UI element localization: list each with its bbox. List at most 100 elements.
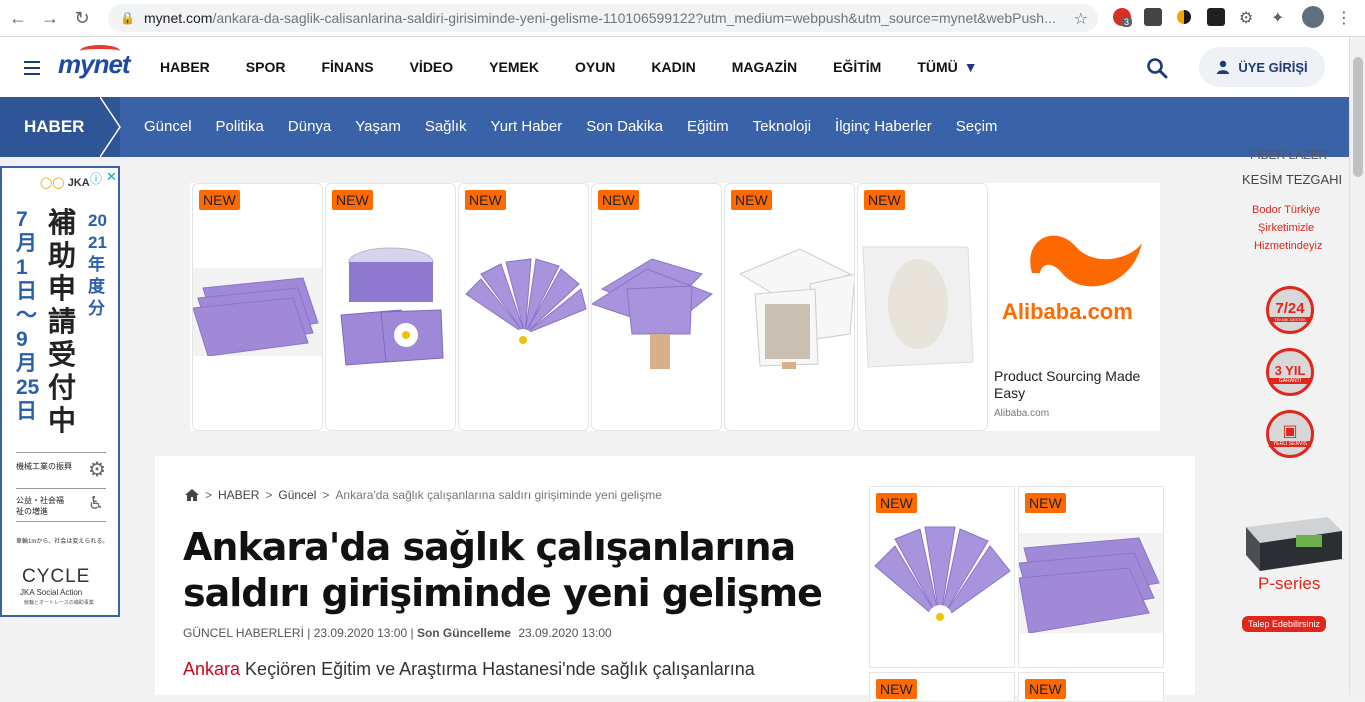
address-bar[interactable]: 🔒 mynet.com /ankara-da-saglik-calisanlar…: [108, 4, 1098, 32]
forward-icon[interactable]: →: [36, 4, 64, 32]
url-host: mynet.com: [144, 10, 213, 26]
ad-product-tile[interactable]: NEW: [724, 183, 855, 431]
ad-info-icon[interactable]: ⓘ: [90, 170, 102, 187]
url-path: /ankara-da-saglik-calisanlarina-saldiri-…: [212, 10, 1056, 26]
browser-toolbar: ← → ↻ 🔒 mynet.com /ankara-da-saglik-cali…: [0, 0, 1365, 37]
article-date: 23.09.2020 13:00: [313, 626, 408, 640]
ad-product-tile[interactable]: NEW: [1018, 486, 1164, 668]
nav-tumu[interactable]: TÜMÜ: [917, 59, 957, 75]
subnav-politika[interactable]: Politika: [216, 118, 264, 135]
extension-check-icon[interactable]: [1207, 8, 1225, 26]
scrollbar-thumb[interactable]: [1353, 57, 1363, 177]
nav-video[interactable]: VİDEO: [410, 59, 454, 75]
breadcrumb: > HABER > Güncel > Ankara'da sağlık çalı…: [185, 488, 662, 502]
sky-cta-button[interactable]: Talep Edebilirsiniz: [1242, 616, 1327, 632]
nav-magazin[interactable]: MAGAZİN: [732, 59, 797, 75]
lock-icon: 🔒: [120, 11, 135, 25]
back-icon[interactable]: ←: [4, 4, 32, 32]
sky-line-1: FİBER LAZER: [1250, 148, 1328, 162]
right-product-ad[interactable]: ⓘ ✕ NEW NEW NEW NEW: [868, 483, 1166, 702]
breadcrumb-haber[interactable]: HABER: [218, 488, 259, 502]
nav-egitim[interactable]: EĞİTİM: [833, 59, 881, 75]
lead-link-ankara[interactable]: Ankara: [183, 659, 240, 679]
subnav-teknoloji[interactable]: Teknoloji: [753, 118, 811, 135]
profile-avatar[interactable]: [1302, 6, 1324, 28]
nav-oyun[interactable]: OYUN: [575, 59, 615, 75]
reload-icon[interactable]: ↻: [68, 4, 96, 32]
ad-cycle-sub: JKA Social Action: [20, 588, 83, 597]
ad-product-tile[interactable]: NEW: [869, 486, 1015, 668]
badge-2-text: 3 YIL: [1274, 363, 1306, 378]
alibaba-card[interactable]: Alibaba.com Product Sourcing Made Easy A…: [990, 183, 1160, 431]
search-icon[interactable]: [1146, 57, 1168, 79]
subnav-ilginc-haberler[interactable]: İlginç Haberler: [835, 118, 932, 135]
article-category[interactable]: GÜNCEL HABERLERİ: [183, 626, 304, 640]
top-product-ad[interactable]: NEW NEW NEW NEW NEW NEW ⓘ ✕ Alibaba.com …: [190, 182, 1160, 431]
ad-year: 2021年度分: [88, 211, 107, 318]
sky-line-2: KESİM TEZGAHI: [1242, 172, 1343, 187]
extension-m-icon[interactable]: [1144, 8, 1162, 26]
subnav-secim[interactable]: Seçim: [956, 118, 998, 135]
ad-product-tile[interactable]: NEW: [325, 183, 456, 431]
ad-close-icon[interactable]: ✕: [106, 169, 117, 185]
subnav-dunya[interactable]: Dünya: [288, 118, 331, 135]
ad-product-tile[interactable]: NEW: [591, 183, 722, 431]
subnav-son-dakika[interactable]: Son Dakika: [586, 118, 663, 135]
laser-machine-image: [1246, 517, 1342, 571]
badge-1-text: 7/24: [1275, 300, 1305, 317]
subnav-egitim[interactable]: Eğitim: [687, 118, 729, 135]
subnav-saglik[interactable]: Sağlık: [425, 118, 467, 135]
ad-product-tile[interactable]: NEW: [192, 183, 323, 431]
sky-tag-1: Bodor Türkiye: [1252, 204, 1321, 216]
ad-product-tile[interactable]: NEW: [458, 183, 589, 431]
warranty-badge-icon: 3 YIL GARANTİ: [1266, 348, 1314, 396]
ad-product-tile[interactable]: NEW: [869, 672, 1015, 702]
chevron-right-icon: [100, 97, 121, 157]
caret-down-icon[interactable]: ▼: [964, 59, 978, 75]
gear-illustration-icon: ⚙: [88, 459, 106, 481]
rings-icon: ◯◯: [40, 177, 65, 189]
new-badge: NEW: [731, 190, 772, 210]
badge-2-sub: GARANTİ: [1269, 378, 1311, 384]
subnav-yasam[interactable]: Yaşam: [355, 118, 401, 135]
nav-finans[interactable]: FİNANS: [321, 59, 373, 75]
ad-row-2: 公益・社会福祉の増進 ♿: [16, 488, 106, 522]
nav-spor[interactable]: SPOR: [246, 59, 286, 75]
product-image: [340, 247, 444, 366]
bookmark-star-icon[interactable]: ☆: [1074, 9, 1088, 29]
nav-kadin[interactable]: KADIN: [651, 59, 695, 75]
product-image: [858, 242, 987, 372]
extensions-puzzle-icon[interactable]: ✦: [1271, 8, 1289, 27]
jka-logo: ◯◯ JKA: [40, 176, 90, 189]
browser-menu-icon[interactable]: ⋮: [1336, 8, 1354, 27]
site-logo[interactable]: mynet: [58, 49, 131, 80]
extension-circle-icon[interactable]: [1175, 8, 1193, 26]
home-icon[interactable]: [185, 489, 199, 501]
user-icon: [1217, 60, 1230, 74]
updated-label: Son Güncelleme: [416, 626, 511, 640]
product-image: [592, 258, 714, 369]
ad-product-tile[interactable]: NEW: [1018, 672, 1164, 702]
new-badge: NEW: [1025, 493, 1066, 513]
new-badge: NEW: [598, 190, 639, 210]
hamburger-menu-icon[interactable]: [24, 61, 40, 75]
article-title: Ankara'da sağlık çalışanlarına saldırı g…: [183, 525, 823, 615]
page-scrollbar[interactable]: [1349, 37, 1365, 695]
subnav-yurt-haber[interactable]: Yurt Haber: [491, 118, 563, 135]
product-image: [738, 248, 854, 369]
extension-gear-icon[interactable]: ⚙: [1239, 8, 1257, 27]
right-skyscraper-ad[interactable]: FİBER LAZER KESİM TEZGAHI Bodor Türkiye …: [1230, 148, 1345, 640]
ad-row-1-text: 機械工業の振興: [16, 462, 72, 471]
new-badge: NEW: [876, 679, 917, 699]
alibaba-domain: Alibaba.com: [994, 408, 1050, 419]
left-skyscraper-ad[interactable]: ⓘ ✕ ◯◯ JKA 7月1日～9月25日 補助申請受付中 2021年度分 機械…: [0, 166, 120, 617]
login-button[interactable]: ÜYE GİRİŞİ: [1199, 47, 1325, 87]
nav-haber[interactable]: HABER: [160, 59, 210, 75]
new-badge: NEW: [199, 190, 240, 210]
subnav-guncel[interactable]: Güncel: [144, 118, 192, 135]
ad-product-tile[interactable]: NEW: [857, 183, 988, 431]
nav-yemek[interactable]: YEMEK: [489, 59, 539, 75]
breadcrumb-guncel[interactable]: Güncel: [278, 488, 316, 502]
extension-opera-icon[interactable]: 3: [1113, 8, 1133, 27]
extension-badge: 3: [1121, 17, 1133, 27]
